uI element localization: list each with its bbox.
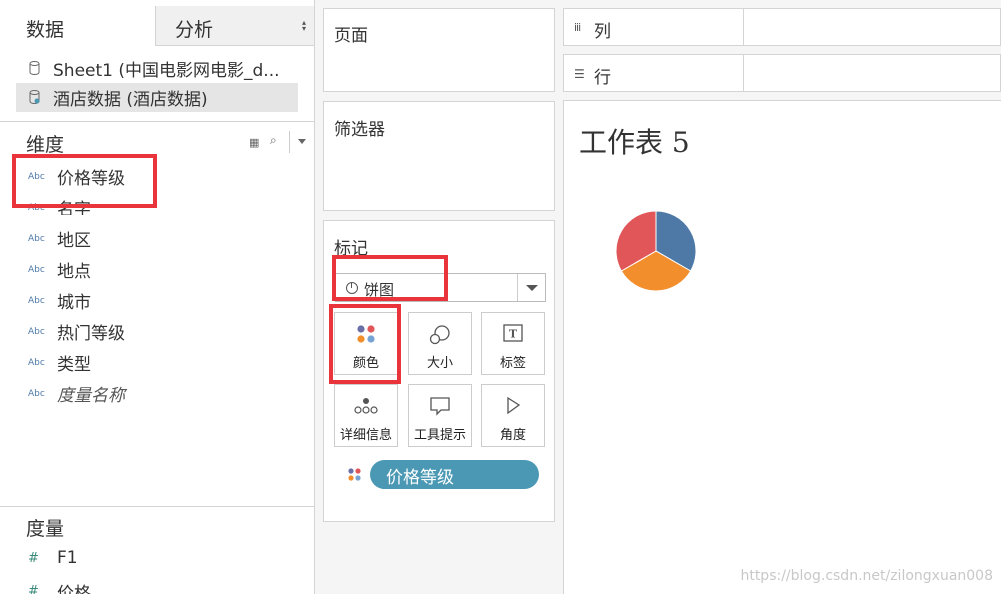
field-dimension[interactable]: Abc 类型 (28, 350, 91, 378)
tooltip-bubble-icon (430, 397, 450, 416)
marks-angle-button[interactable]: 角度 (481, 384, 545, 447)
search-icon[interactable]: ⌕ (270, 133, 277, 148)
field-label: 价格 (57, 584, 91, 594)
color-dots-icon (357, 325, 375, 343)
abc-badge-icon: Abc (28, 264, 45, 275)
rows-icon: ☰ (574, 67, 585, 81)
datasource-item-sheet1[interactable]: Sheet1 (中国电影网电影_d... (16, 54, 298, 83)
pages-card[interactable]: 页面 (323, 8, 555, 92)
columns-icon: iii (574, 21, 581, 34)
field-label: F1 (57, 548, 78, 568)
watermark: https://blog.csdn.net/zilongxuan008 (740, 568, 993, 584)
chevron-down-icon[interactable] (517, 274, 545, 301)
card-title: 页面 (334, 26, 368, 46)
list-view-icon[interactable]: ▦ (249, 136, 259, 149)
field-label: 名字 (57, 200, 91, 215)
field-measure[interactable]: # F1 (28, 548, 78, 576)
color-field-pill[interactable]: 价格等级 (370, 460, 539, 489)
field-dimension[interactable]: Abc 名字 (28, 195, 91, 215)
rows-shelf[interactable]: ☰ 行 (563, 54, 1001, 92)
database-icon (29, 61, 40, 75)
card-title: 筛选器 (334, 120, 385, 140)
marks-card: 标记 饼图 颜色 大小 T 标签 详细信息 工具提示 角度 价格等级 (323, 220, 555, 522)
abc-badge-icon: Abc (28, 388, 45, 399)
field-dimension[interactable]: Abc 度量名称 (28, 381, 125, 409)
field-label: 地点 (57, 262, 91, 282)
field-dimension[interactable]: Abc 地点 (28, 257, 91, 285)
button-label: 工具提示 (413, 428, 466, 443)
marks-color-button[interactable]: 颜色 (334, 312, 398, 375)
pie-chart[interactable] (614, 209, 698, 293)
divider (0, 506, 314, 507)
marks-size-button[interactable]: 大小 (408, 312, 472, 375)
view-pane: iii 列 ☰ 行 工作表 5 https://blog.csdn.net/zi… (563, 0, 1001, 594)
button-label: 详细信息 (339, 428, 392, 443)
data-pane: 数据 分析 ▴ ▾ Sheet1 (中国电影网电影_d... 酒店数据 (酒店数据… (0, 0, 315, 594)
shelf-label: iii 列 (564, 9, 744, 45)
tab-analysis-label: 分析 (175, 19, 214, 41)
worksheet-title: 工作表 5 (579, 126, 690, 159)
shelf-label-text: 行 (594, 68, 611, 88)
chevron-down-icon[interactable] (298, 139, 306, 144)
abc-badge-icon: Abc (28, 171, 45, 182)
worksheet-canvas[interactable]: 工作表 5 https://blog.csdn.net/zilongxuan00… (563, 100, 1001, 594)
field-label: 地区 (57, 231, 91, 251)
field-dimension[interactable]: Abc 城市 (28, 288, 91, 316)
tab-data[interactable]: 数据 (0, 6, 155, 46)
divider (289, 131, 290, 153)
marks-tooltip-button[interactable]: 工具提示 (408, 384, 472, 447)
mark-type-dropdown[interactable]: 饼图 (335, 273, 546, 302)
columns-shelf[interactable]: iii 列 (563, 8, 1001, 46)
measures-title: 度量 (26, 518, 65, 540)
tab-analysis[interactable]: 分析 ▴ ▾ (155, 6, 314, 46)
abc-badge-icon: Abc (28, 295, 45, 306)
abc-badge-icon: Abc (28, 326, 45, 337)
field-dimension[interactable]: Abc 热门等级 (28, 319, 125, 347)
number-badge-icon: # (28, 550, 39, 566)
field-measure[interactable]: # 价格 (28, 579, 91, 594)
datasource-item-hotel[interactable]: 酒店数据 (酒店数据) (16, 83, 298, 112)
button-label: 标签 (499, 356, 526, 371)
text-label-icon: T (503, 324, 523, 342)
shelf-label-text: 列 (594, 22, 611, 42)
detail-dots-icon (354, 398, 378, 414)
mark-type-label: 饼图 (364, 281, 395, 299)
size-circles-icon (429, 325, 450, 345)
filters-card[interactable]: 筛选器 (323, 101, 555, 211)
tab-scroll-arrows-icon[interactable]: ▴ ▾ (302, 19, 306, 33)
button-label: 颜色 (352, 356, 379, 371)
cards-pane: 页面 筛选器 标记 饼图 颜色 大小 T 标签 详细信息 工具提示 角度 价格等… (315, 0, 563, 594)
field-label: 类型 (57, 355, 91, 375)
card-title: 标记 (334, 239, 368, 259)
pie-chart-icon (346, 282, 358, 294)
shelf-label: ☰ 行 (564, 55, 744, 91)
svg-text:T: T (509, 328, 518, 341)
button-label: 角度 (499, 428, 526, 443)
color-dots-icon (348, 468, 361, 481)
field-dimension[interactable]: Abc 价格等级 (28, 164, 125, 192)
divider (0, 121, 314, 122)
abc-badge-icon: Abc (28, 233, 45, 244)
field-label: 度量名称 (57, 386, 125, 406)
field-label: 热门等级 (57, 324, 125, 344)
marks-detail-button[interactable]: 详细信息 (334, 384, 398, 447)
datasource-label: 酒店数据 (酒店数据) (53, 90, 208, 110)
button-label: 大小 (426, 356, 453, 371)
abc-badge-icon: Abc (28, 202, 45, 213)
field-label: 价格等级 (57, 169, 125, 189)
number-badge-icon: # (28, 584, 39, 594)
datasource-label: Sheet1 (中国电影网电影_d... (53, 61, 280, 81)
dimensions-title: 维度 (26, 134, 65, 156)
marks-label-button[interactable]: T 标签 (481, 312, 545, 375)
angle-icon (507, 396, 521, 415)
field-dimension[interactable]: Abc 地区 (28, 226, 91, 254)
abc-badge-icon: Abc (28, 357, 45, 368)
database-linked-icon (29, 90, 40, 104)
field-label: 城市 (57, 293, 91, 313)
